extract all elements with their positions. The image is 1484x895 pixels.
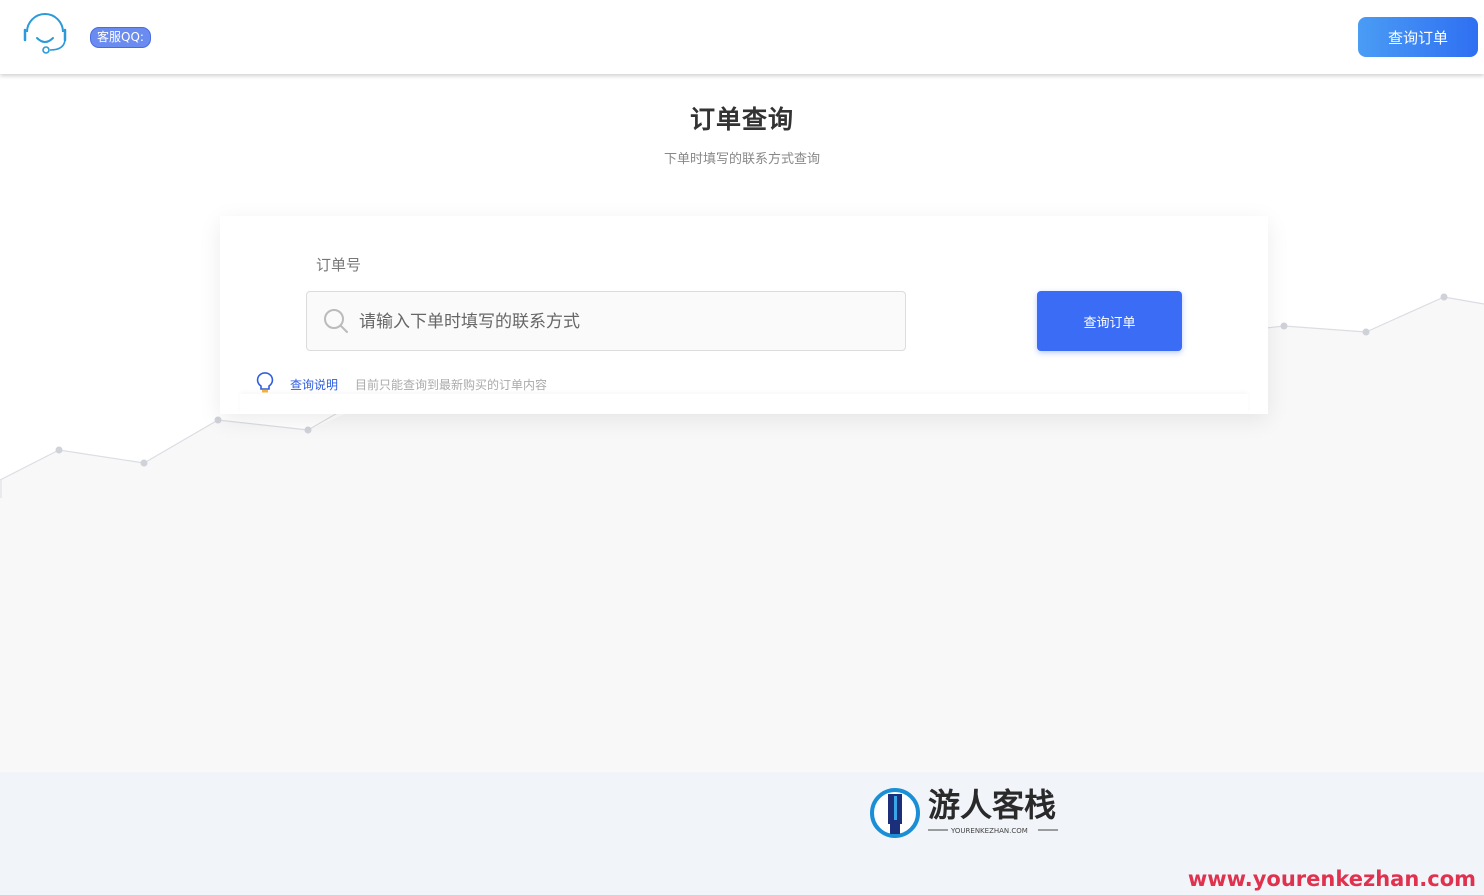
page-subtitle: 下单时填写的联系方式查询 (663, 152, 820, 167)
support-qq-badge[interactable]: 客服QQ: (90, 27, 151, 48)
top-header: 客服QQ: 查询订单 (0, 0, 1484, 74)
query-instructions-link[interactable]: 查询说明 (290, 376, 338, 393)
lightbulb-icon (256, 372, 274, 393)
search-icon (324, 309, 348, 333)
logo-domain: YOURENKEZHAN.COM (950, 827, 1028, 835)
header-query-order-button[interactable]: 查询订单 (1358, 17, 1478, 57)
site-logo[interactable]: 游人客栈 YOURENKEZHAN.COM (868, 786, 1064, 842)
page-title: 订单查询 (689, 105, 794, 134)
order-query-card: 订单号 查询订单 查询说明 目前只能查询到最新购买的订单内容 (220, 216, 1268, 414)
contact-search-input[interactable] (357, 292, 891, 352)
order-number-label: 订单号 (316, 256, 362, 274)
query-instructions-text: 目前只能查询到最新购买的订单内容 (355, 378, 548, 392)
customer-service-icon[interactable] (20, 10, 70, 60)
card-bottom-strip (240, 394, 1248, 414)
logo-text: 游人客栈 (928, 786, 1056, 824)
footer: 游人客栈 YOURENKEZHAN.COM www.yourenkezhan.c… (0, 772, 1484, 895)
site-watermark: www.yourenkezhan.com (1187, 867, 1476, 891)
query-order-button[interactable]: 查询订单 (1037, 291, 1182, 351)
search-field[interactable] (306, 291, 906, 352)
